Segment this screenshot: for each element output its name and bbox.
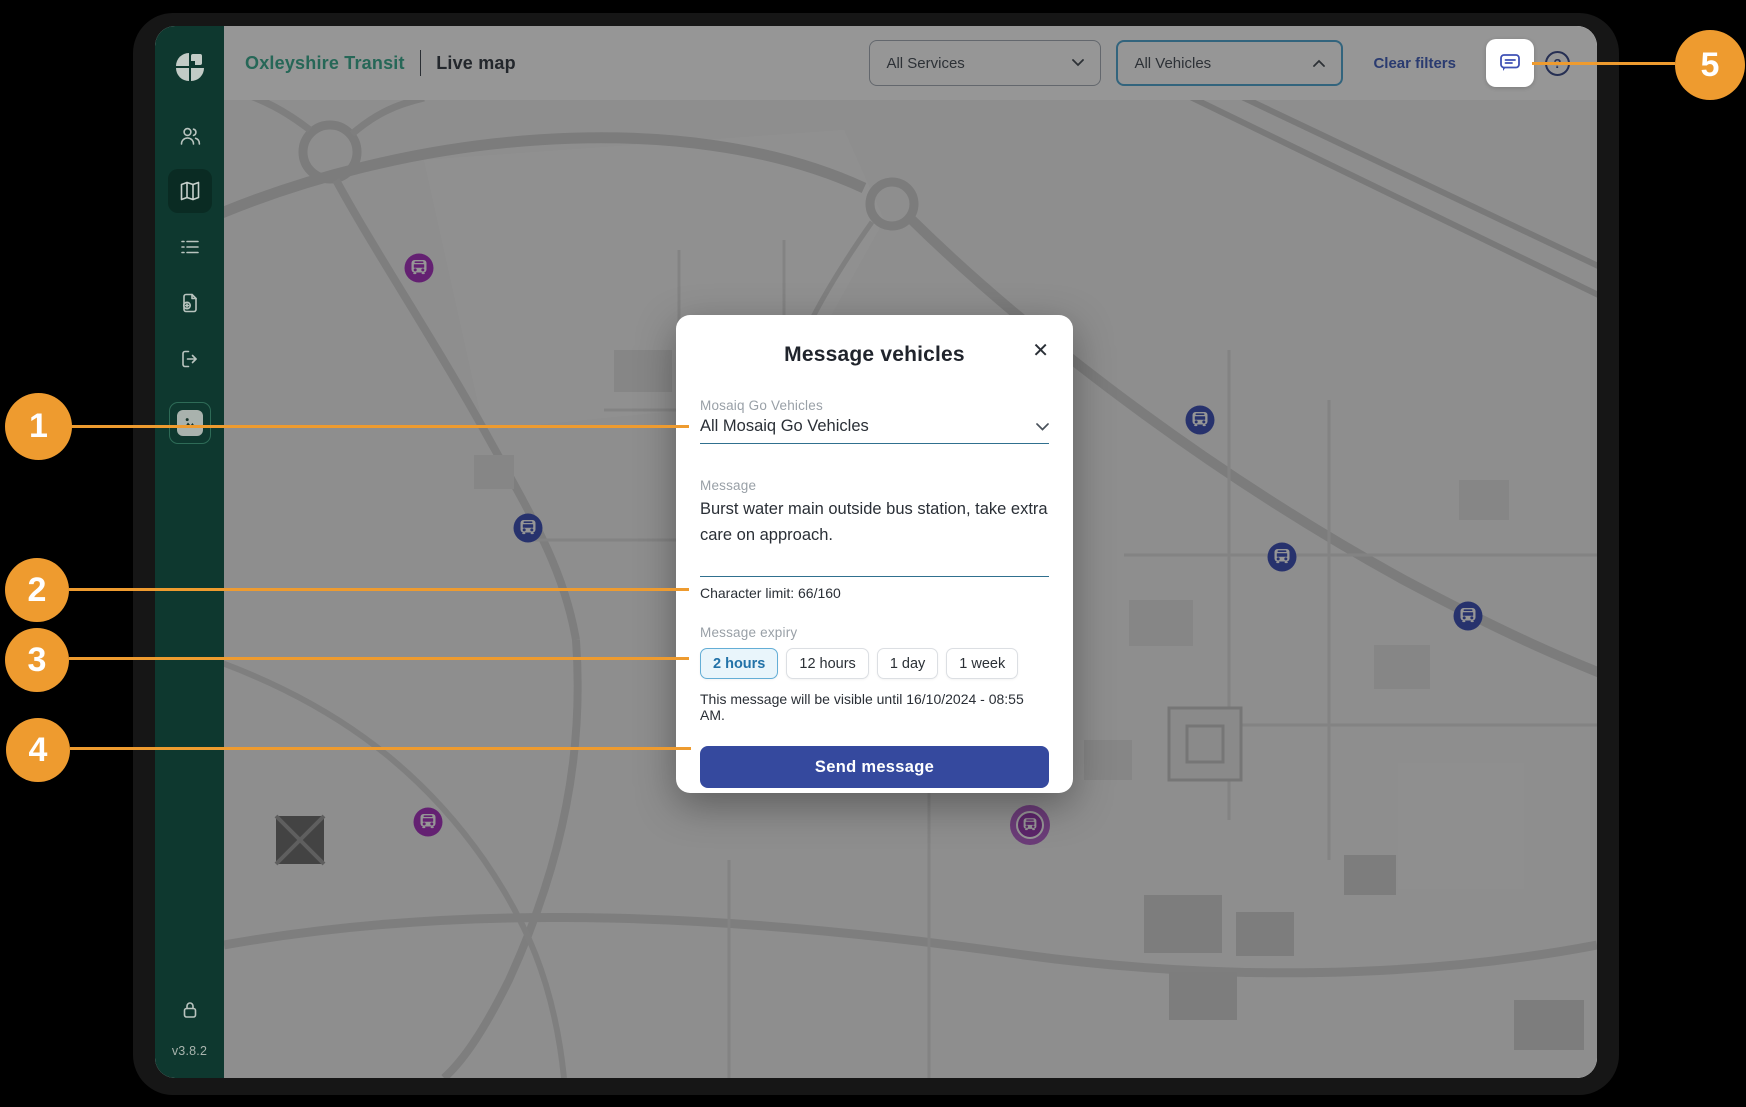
vehicles-select-field: Mosaiq Go Vehicles All Mosaiq Go Vehicle… <box>700 398 1049 444</box>
sidebar-item-map[interactable] <box>168 169 212 213</box>
message-vehicles-button[interactable] <box>1486 39 1534 87</box>
sidebar-item-users[interactable] <box>178 124 202 148</box>
expiry-options: 2 hours 12 hours 1 day 1 week <box>700 648 1049 679</box>
callout-badge-3: 3 <box>5 628 69 692</box>
expiry-option-1-week[interactable]: 1 week <box>946 648 1018 679</box>
expiry-option-12-hours[interactable]: 12 hours <box>786 648 868 679</box>
message-textarea[interactable]: Burst water main outside bus station, ta… <box>700 496 1049 577</box>
modal-title: Message vehicles <box>784 343 965 367</box>
vehicles-select-value: All Mosaiq Go Vehicles <box>700 417 869 436</box>
app-logo-icon <box>175 52 205 82</box>
callout-badge-1: 1 <box>5 393 72 460</box>
sidebar: v3.8.2 <box>155 26 224 1078</box>
message-vehicles-modal: Message vehicles ✕ Mosaiq Go Vehicles Al… <box>676 315 1073 793</box>
vehicles-select[interactable]: All Mosaiq Go Vehicles <box>700 417 1049 444</box>
sidebar-item-add-file[interactable] <box>178 291 202 315</box>
map-icon <box>178 179 202 203</box>
main-area: Oxleyshire Transit Live map All Services… <box>224 26 1597 1078</box>
callout-line-3 <box>69 657 689 660</box>
app-content: v3.8.2 <box>155 26 1597 1078</box>
app-window-frame: v3.8.2 <box>133 13 1619 1095</box>
sidebar-item-lock[interactable] <box>178 998 202 1022</box>
char-limit-counter: Character limit: 66/160 <box>700 585 1049 601</box>
close-icon[interactable]: ✕ <box>1032 341 1049 361</box>
callout-line-2 <box>69 588 689 591</box>
image-icon <box>177 410 203 436</box>
message-label: Message <box>700 478 1049 493</box>
callout-badge-4: 4 <box>6 718 70 782</box>
expiry-note: This message will be visible until 16/10… <box>700 691 1049 723</box>
send-message-button[interactable]: Send message <box>700 746 1049 788</box>
sidebar-item-list[interactable] <box>178 235 202 259</box>
screenshot-root: { "app": { "brand": "Oxleyshire Transit"… <box>0 0 1746 1107</box>
callout-badge-2: 2 <box>5 558 69 622</box>
callout-line-5 <box>1532 62 1675 65</box>
message-icon <box>1497 50 1523 76</box>
vehicles-select-label: Mosaiq Go Vehicles <box>700 398 1049 413</box>
expiry-option-2-hours[interactable]: 2 hours <box>700 648 778 679</box>
sidebar-item-media[interactable] <box>169 402 211 444</box>
expiry-option-1-day[interactable]: 1 day <box>877 648 938 679</box>
sidebar-item-logout[interactable] <box>178 347 202 371</box>
chevron-down-icon <box>1036 423 1049 431</box>
expiry-label: Message expiry <box>700 625 1049 640</box>
message-field: Message Burst water main outside bus sta… <box>700 478 1049 601</box>
app-version: v3.8.2 <box>172 1044 207 1058</box>
callout-badge-5: 5 <box>1675 30 1745 100</box>
callout-line-4 <box>70 747 691 750</box>
callout-line-1 <box>71 425 689 428</box>
